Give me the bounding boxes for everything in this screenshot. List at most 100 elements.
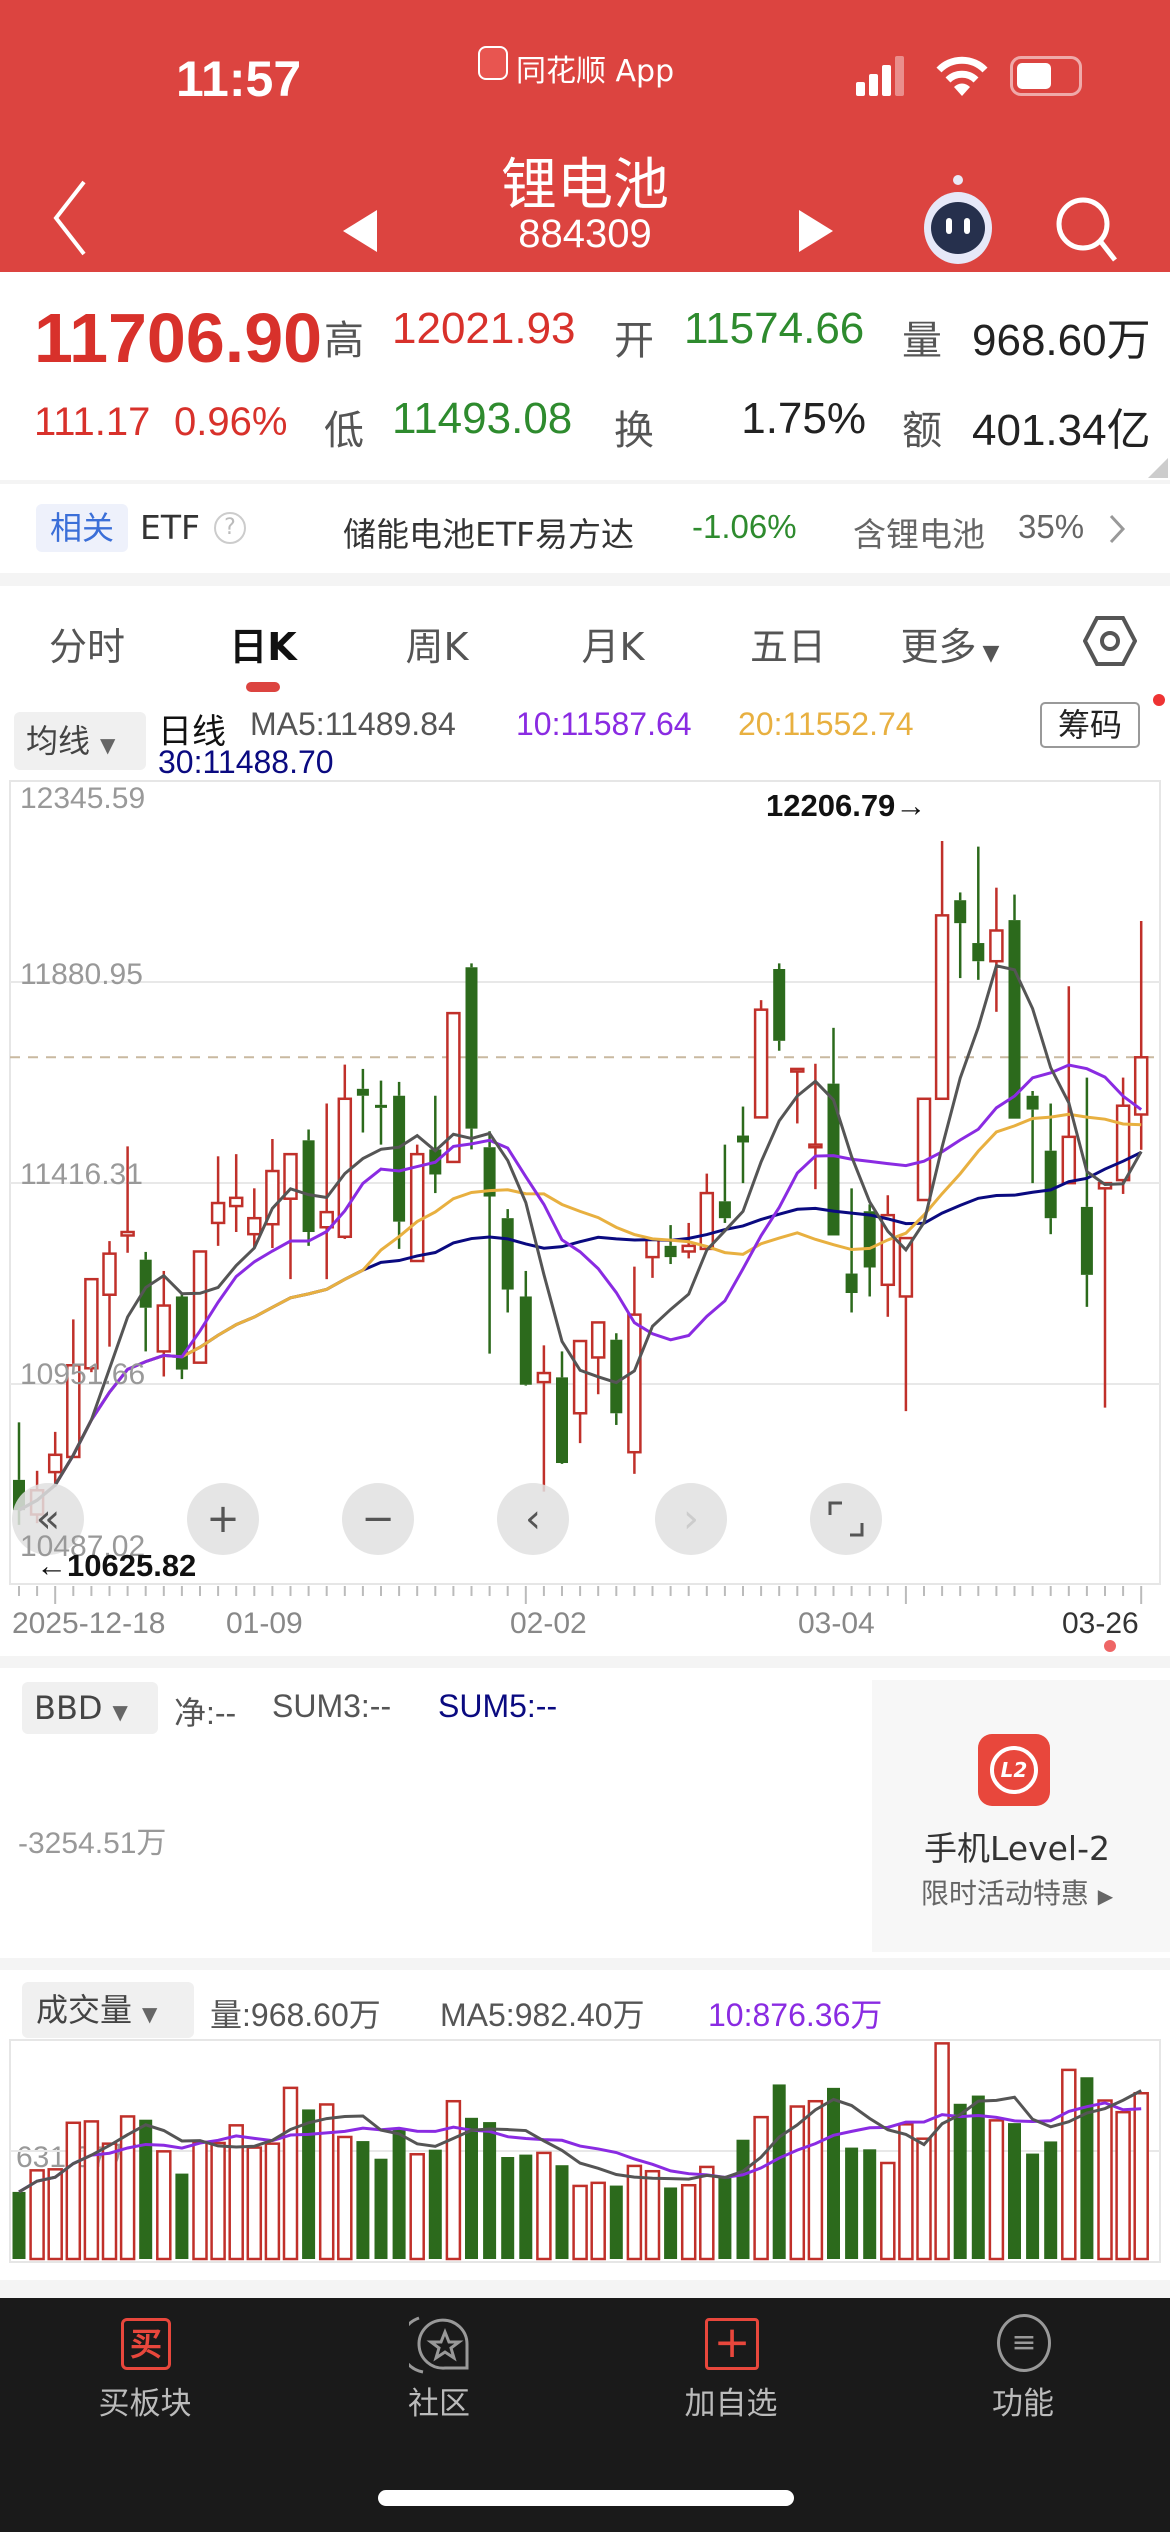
candle-up — [84, 1277, 99, 1370]
fullscreen-icon — [828, 1501, 864, 1537]
volume-panel: 成交量 ▼ 量:968.60万 MA5:982.40万 10:876.36万 — [0, 1970, 1170, 2280]
candle-down — [773, 968, 786, 1041]
nav-label: 社区 — [408, 2386, 470, 2422]
candle-up — [627, 1313, 642, 1454]
level2-subtitle: 限时活动特惠 ▶ — [920, 1877, 1114, 1910]
candle-down — [1044, 1150, 1057, 1219]
volume-ma10: 10:876.36万 — [708, 1997, 883, 2033]
bbd-sum3: SUM3:-- — [272, 1688, 392, 1724]
caret-down-icon: ▼ — [142, 2002, 158, 2026]
volume-dropdown[interactable]: 成交量 ▼ — [22, 1982, 194, 2038]
candle-up — [645, 1238, 660, 1259]
period-low-marker: ←10625.82 — [36, 1548, 197, 1583]
price-axis-label: 10951.66 — [20, 1358, 146, 1391]
candle-up — [590, 1321, 606, 1359]
bbd-panel: BBD ▼ 净:-- SUM3:-- SUM5:-- L2 手机Level-2 限… — [0, 1668, 1170, 1958]
candle-up — [681, 1244, 696, 1253]
candle-up — [989, 929, 1004, 963]
candle-up — [156, 1304, 172, 1353]
volume-dropdown-label: 成交量 — [36, 1991, 133, 2029]
nav-community[interactable]: 社区 — [339, 2298, 539, 2438]
candle-down — [175, 1296, 188, 1370]
candle-up — [790, 1067, 805, 1073]
candle-down — [393, 1095, 406, 1222]
scroll-left-button[interactable]: ‹ — [497, 1483, 569, 1555]
fullscreen-button[interactable] — [810, 1483, 882, 1555]
candle-down — [664, 1245, 677, 1258]
candle-down — [1080, 1206, 1093, 1275]
candle-up — [228, 1196, 244, 1208]
ma10-line — [18, 1063, 1143, 1512]
candle-down — [1026, 1095, 1039, 1110]
candle-down — [375, 1104, 387, 1108]
date-label: 03-04 — [798, 1607, 875, 1640]
nav-label: 功能 — [992, 2386, 1054, 2422]
date-label: 03-26 — [1062, 1607, 1139, 1640]
candle-down — [845, 1273, 858, 1294]
zoom-in-button[interactable]: + — [187, 1483, 259, 1555]
candle-down — [610, 1339, 623, 1414]
chevron-left-icon: ‹ — [525, 1496, 541, 1542]
candle-up — [699, 1191, 715, 1251]
level2-icon: L2 — [978, 1734, 1050, 1806]
bbd-net: 净:-- — [174, 1695, 237, 1731]
candle-up — [753, 1008, 769, 1119]
date-label: 02-02 — [510, 1607, 587, 1640]
community-star-icon — [409, 2316, 469, 2374]
candle-up — [934, 914, 950, 1101]
candle-down — [356, 1088, 369, 1096]
candle-up — [102, 1252, 117, 1296]
buy-icon: 买 — [121, 2318, 171, 2370]
candle-up — [916, 1097, 932, 1202]
price-axis-label: 12345.59 — [20, 782, 146, 815]
volume-ma5: MA5:982.40万 — [440, 1997, 645, 2033]
nav-label: 加自选 — [684, 2386, 778, 2422]
chevron-right-icon: › — [683, 1496, 699, 1542]
candle-down — [737, 1135, 749, 1143]
candle-down — [718, 1201, 731, 1219]
caret-right-icon: ▶ — [1097, 1884, 1114, 1908]
date-label: 2025-12-18 — [12, 1607, 166, 1640]
candle-up — [47, 1453, 63, 1474]
candle-down — [954, 900, 967, 924]
bbd-axis-label: -3254.51万 — [18, 1827, 167, 1860]
price-axis-label: 11880.95 — [20, 958, 143, 991]
period-high-marker: 12206.79→ — [766, 788, 927, 823]
add-icon: + — [705, 2318, 759, 2370]
candle-up — [536, 1371, 552, 1384]
nav-add-watchlist[interactable]: + 加自选 — [631, 2298, 831, 2438]
home-indicator — [378, 2490, 794, 2506]
menu-icon: ≡ — [997, 2314, 1051, 2372]
candle-down — [556, 1377, 568, 1464]
candle-up — [120, 1230, 135, 1237]
volume-current: 量:968.60万 — [210, 1997, 381, 2033]
candle-up — [1061, 1135, 1077, 1185]
candle-up — [572, 1339, 588, 1415]
bottom-nav: 买 买板块 社区 + 加自选 ≡ 功能 — [0, 2298, 1170, 2532]
plus-icon: + — [206, 1496, 240, 1542]
candle-down — [302, 1140, 315, 1233]
caret-down-icon: ▼ — [112, 1700, 128, 1724]
zoom-out-button[interactable]: − — [342, 1483, 414, 1555]
bbd-sum5: SUM5:-- — [438, 1688, 558, 1724]
scroll-right-button[interactable]: › — [655, 1483, 727, 1555]
candle-down — [972, 943, 985, 962]
level2-title: 手机Level-2 — [923, 1829, 1110, 1868]
latest-date-dot — [1104, 1640, 1116, 1652]
bbd-dropdown-label: BBD — [34, 1689, 103, 1727]
candle-up — [210, 1201, 226, 1225]
nav-buy-sector[interactable]: 买 买板块 — [45, 2298, 245, 2438]
candle-up — [409, 1152, 425, 1263]
candle-down — [863, 1211, 876, 1268]
level2-promo[interactable]: L2 手机Level-2 限时活动特惠 ▶ — [872, 1680, 1170, 1952]
bbd-dropdown[interactable]: BBD ▼ — [22, 1682, 158, 1734]
candle-down — [1008, 920, 1021, 1119]
candle-up — [1115, 1104, 1131, 1182]
candle-up — [808, 1143, 823, 1149]
date-label: 01-09 — [226, 1607, 303, 1640]
candle-down — [519, 1296, 532, 1385]
nav-label: 买板块 — [98, 2386, 192, 2422]
volume-axis-label: 631.07万 — [16, 2141, 138, 2174]
candle-down — [465, 967, 478, 1129]
nav-functions[interactable]: ≡ 功能 — [923, 2298, 1123, 2438]
